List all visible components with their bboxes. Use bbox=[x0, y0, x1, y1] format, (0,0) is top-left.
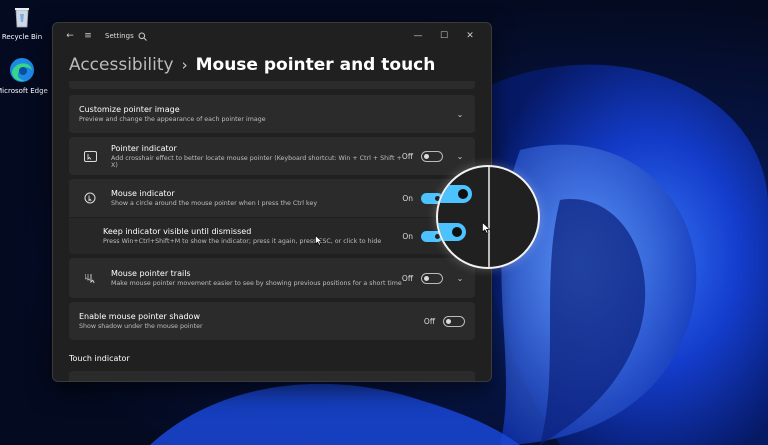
toggle-state-label: On bbox=[402, 231, 413, 241]
chevron-down-icon[interactable]: ⌄ bbox=[455, 110, 465, 119]
back-arrow-icon[interactable]: ← bbox=[61, 27, 79, 45]
setting-description: Show shadow under the mouse pointer bbox=[79, 323, 203, 330]
recycle-bin-icon bbox=[8, 2, 36, 30]
setting-description: Make mouse pointer movement easier to se… bbox=[111, 280, 402, 287]
setting-title: Mouse indicator bbox=[111, 189, 175, 198]
mouse-pointer-shadow-toggle[interactable] bbox=[443, 315, 465, 327]
toggle-state-label: On bbox=[402, 193, 413, 203]
setting-description: Add crosshair effect to better locate mo… bbox=[111, 154, 402, 169]
setting-touch-indicator-partial[interactable] bbox=[69, 371, 475, 381]
crosshair-pointer-icon bbox=[79, 150, 101, 162]
magnified-toggle-icon bbox=[438, 185, 472, 203]
setting-title: Pointer indicator bbox=[111, 143, 177, 153]
breadcrumb-parent-link[interactable]: Accessibility bbox=[69, 55, 174, 75]
magnifier-lens bbox=[436, 165, 540, 269]
mouse-indicator-icon bbox=[79, 192, 101, 204]
window-title: Settings bbox=[105, 32, 134, 40]
hamburger-menu-icon[interactable]: ≡ bbox=[79, 27, 97, 45]
setting-title: Mouse pointer trails bbox=[111, 269, 191, 278]
title-bar: ← ≡ Settings — ☐ ✕ bbox=[53, 23, 491, 49]
breadcrumb-separator: › bbox=[181, 56, 188, 74]
toggle-state-label: Off bbox=[423, 316, 435, 326]
mouse-cursor-icon bbox=[315, 234, 323, 249]
magnified-cursor-icon bbox=[482, 221, 491, 237]
setting-mouse-pointer-shadow[interactable]: Enable mouse pointer shadow Show shadow … bbox=[69, 302, 475, 340]
setting-mouse-pointer-trails[interactable]: Mouse pointer trails Make mouse pointer … bbox=[69, 258, 475, 298]
setting-mouse-indicator[interactable]: Mouse indicator Show a circle around the… bbox=[69, 179, 475, 217]
desktop-icon-edge[interactable]: Microsoft Edge bbox=[0, 56, 50, 95]
settings-window: ← ≡ Settings — ☐ ✕ Accessibility › Mouse… bbox=[52, 22, 492, 382]
desktop-icon-recycle-bin[interactable]: Recycle Bin bbox=[0, 2, 50, 41]
chevron-down-icon[interactable]: ⌄ bbox=[455, 274, 465, 283]
settings-list: Customize pointer image Preview and chan… bbox=[69, 81, 475, 381]
setting-keep-indicator-visible[interactable]: Keep indicator visible until dismissed P… bbox=[69, 218, 475, 254]
maximize-button[interactable]: ☐ bbox=[431, 31, 457, 41]
breadcrumb: Accessibility › Mouse pointer and touch bbox=[53, 49, 491, 79]
search-icon[interactable] bbox=[134, 27, 152, 45]
pointer-trails-icon bbox=[79, 272, 101, 284]
setting-title: Keep indicator visible until dismissed bbox=[103, 227, 252, 236]
setting-title: Customize pointer image bbox=[79, 105, 180, 114]
minimize-button[interactable]: — bbox=[405, 31, 431, 41]
magnified-toggle-icon bbox=[438, 223, 466, 241]
setting-pointer-indicator[interactable]: Pointer indicator Add crosshair effect t… bbox=[69, 137, 475, 175]
page-title: Mouse pointer and touch bbox=[195, 55, 436, 75]
close-button[interactable]: ✕ bbox=[457, 31, 483, 41]
toggle-state-label: Off bbox=[401, 151, 413, 161]
magnified-scrollbar bbox=[488, 167, 490, 267]
setting-description: Show a circle around the mouse pointer w… bbox=[111, 200, 318, 207]
section-heading-touch-indicator: Touch indicator bbox=[69, 354, 130, 363]
setting-description: Preview and change the appearance of eac… bbox=[79, 116, 266, 123]
setting-title: Enable mouse pointer shadow bbox=[79, 312, 200, 321]
setting-customize-pointer-image[interactable]: Customize pointer image Preview and chan… bbox=[69, 95, 475, 133]
edge-icon bbox=[8, 56, 36, 84]
mouse-pointer-trails-toggle[interactable] bbox=[421, 272, 443, 284]
desktop-icon-label: Recycle Bin bbox=[1, 33, 43, 41]
desktop-icon-label: Microsoft Edge bbox=[0, 87, 48, 95]
toggle-state-label: Off bbox=[401, 273, 413, 283]
card-above-partial bbox=[69, 81, 475, 89]
pointer-indicator-toggle[interactable] bbox=[421, 150, 443, 162]
chevron-down-icon[interactable]: ⌄ bbox=[455, 152, 465, 161]
setting-description: Press Win+Ctrl+Shift+M to show the indic… bbox=[103, 238, 382, 245]
